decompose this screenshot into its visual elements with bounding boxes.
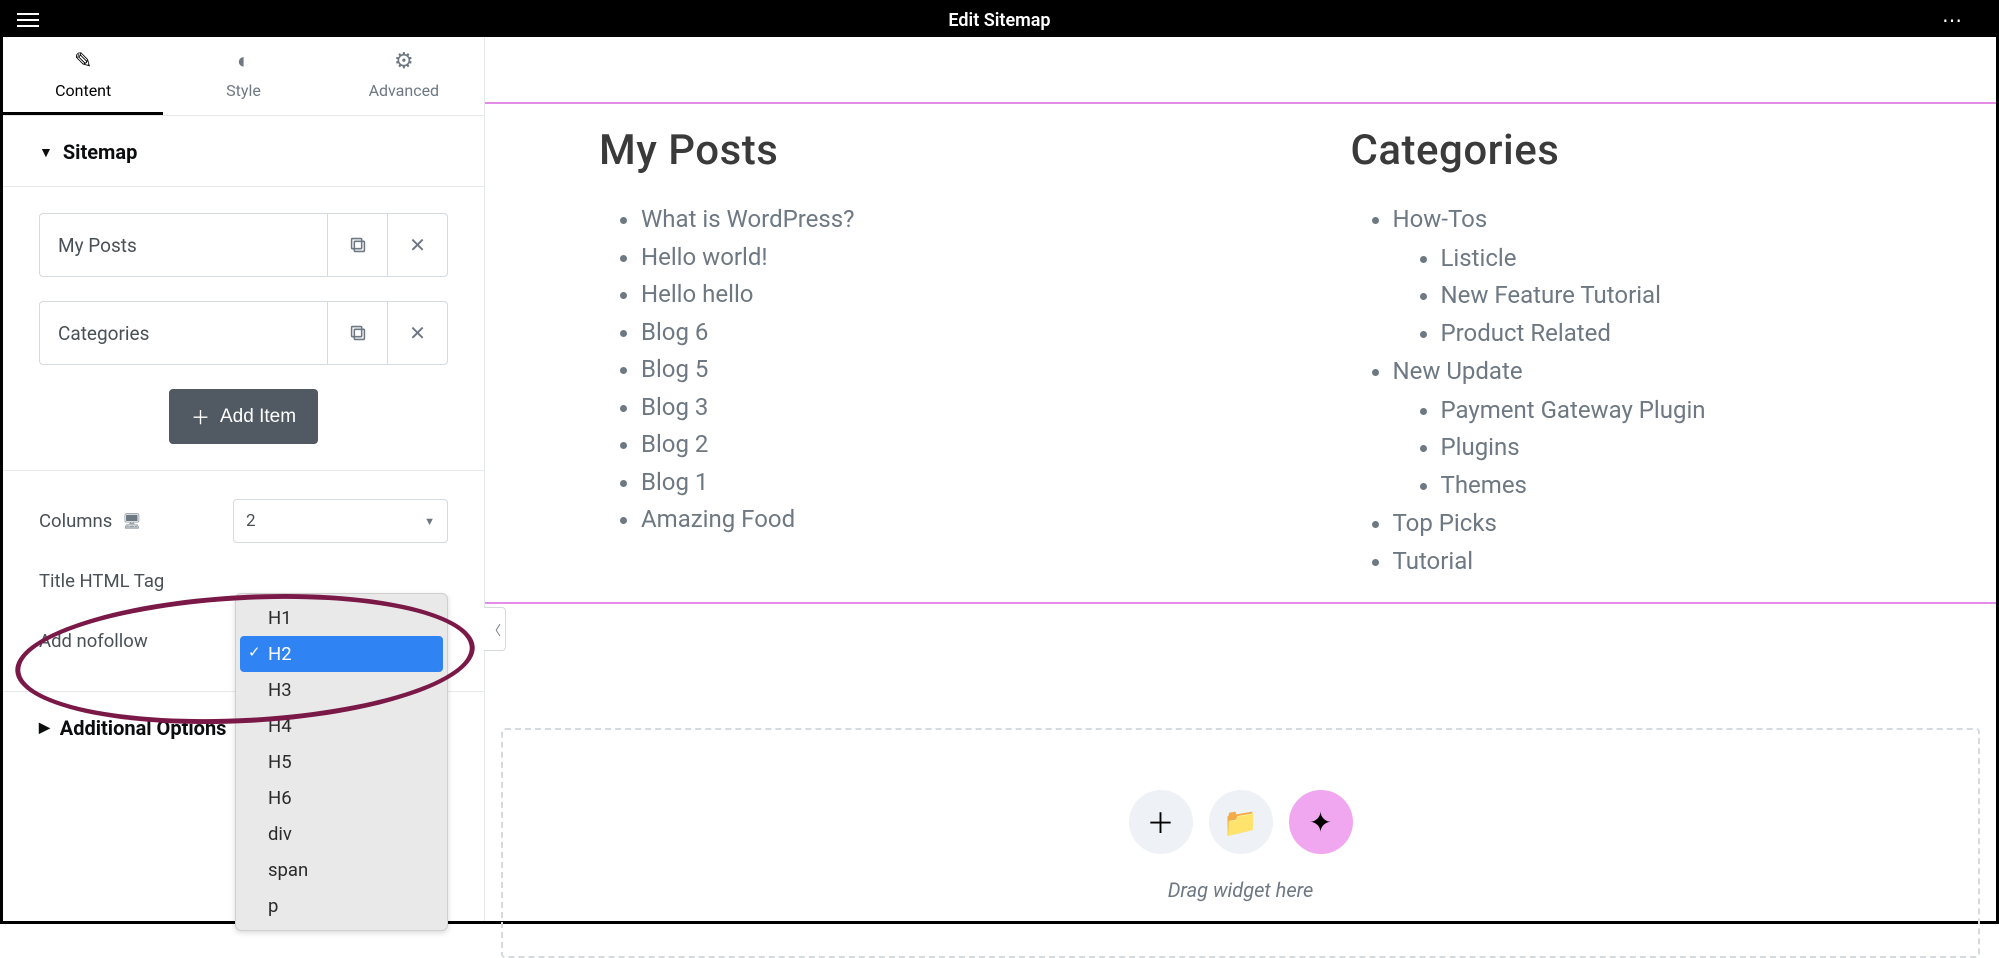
- list-item[interactable]: Themes: [1441, 467, 1975, 505]
- tab-label: Style: [226, 81, 261, 100]
- posts-list: What is WordPress? Hello world! Hello he…: [599, 201, 1223, 539]
- list-item[interactable]: Listicle: [1441, 240, 1975, 278]
- hamburger-icon: [17, 13, 39, 27]
- section-title: Additional Options: [60, 716, 227, 740]
- list-item[interactable]: Blog 2: [641, 426, 1223, 464]
- sitemap-item-label: Categories: [40, 302, 327, 364]
- delete-button[interactable]: ✕: [387, 214, 447, 276]
- list-item[interactable]: Amazing Food: [641, 501, 1223, 539]
- list-item[interactable]: New Feature Tutorial: [1441, 277, 1975, 315]
- column-heading: Categories: [1351, 126, 1975, 175]
- plus-icon: ＋: [191, 403, 210, 430]
- column-heading: My Posts: [599, 126, 1223, 175]
- sitemap-column-posts: My Posts What is WordPress? Hello world!…: [489, 126, 1241, 580]
- tab-label: Content: [55, 81, 111, 100]
- preview-canvas: 〈 My Posts What is WordPress? Hello worl…: [485, 37, 1996, 921]
- dropzone-text: Drag widget here: [1168, 878, 1314, 902]
- delete-button[interactable]: ✕: [387, 302, 447, 364]
- sitemap-widget[interactable]: My Posts What is WordPress? Hello world!…: [485, 102, 1996, 604]
- menu-button[interactable]: [17, 13, 57, 27]
- duplicate-button[interactable]: [327, 302, 387, 364]
- duplicate-button[interactable]: [327, 214, 387, 276]
- tab-label: Advanced: [369, 81, 440, 100]
- plus-icon: ＋: [1146, 802, 1174, 842]
- title-tag-label: Title HTML Tag: [39, 570, 164, 592]
- copy-icon: [347, 322, 369, 344]
- editor-topbar: Edit Sitemap ⋯: [3, 3, 1996, 37]
- dropdown-option[interactable]: p: [240, 888, 443, 924]
- list-item[interactable]: Hello hello: [641, 276, 1223, 314]
- dropdown-option[interactable]: div: [240, 816, 443, 852]
- caret-down-icon: ▼: [39, 144, 53, 161]
- sitemap-item[interactable]: Categories ✕: [39, 301, 448, 365]
- control-title-tag: Title HTML Tag H1 H2 H3 H4 H5 H6 div spa…: [39, 551, 448, 611]
- gear-icon: ⚙: [394, 51, 414, 73]
- add-item-label: Add Item: [220, 406, 296, 428]
- editor-sidebar: ✎ Content ◐ Style ⚙ Advanced ▼ Sitemap M…: [3, 37, 485, 921]
- columns-label: Columns: [39, 510, 112, 532]
- list-item[interactable]: Plugins: [1441, 429, 1975, 467]
- section-title: Sitemap: [63, 140, 137, 164]
- sparkle-icon: ✦: [1309, 806, 1332, 839]
- list-item[interactable]: Payment Gateway Plugin: [1441, 392, 1975, 430]
- list-item[interactable]: Blog 1: [641, 464, 1223, 502]
- tab-style[interactable]: ◐ Style: [163, 37, 323, 115]
- list-item[interactable]: Top Picks: [1393, 505, 1975, 543]
- nofollow-label: Add nofollow: [39, 630, 148, 652]
- columns-select[interactable]: 2 ▼: [233, 499, 448, 543]
- add-widget-button[interactable]: ＋: [1129, 790, 1193, 854]
- section-toggle-sitemap[interactable]: ▼ Sitemap: [39, 140, 448, 164]
- list-item[interactable]: Blog 5: [641, 351, 1223, 389]
- dropdown-option[interactable]: H2: [240, 636, 443, 672]
- editor-tabs: ✎ Content ◐ Style ⚙ Advanced: [3, 37, 484, 116]
- list-item[interactable]: New Update Payment Gateway Plugin Plugin…: [1393, 353, 1975, 505]
- sitemap-item-label: My Posts: [40, 214, 327, 276]
- topbar-title: Edit Sitemap: [57, 10, 1942, 31]
- dropdown-option[interactable]: H3: [240, 672, 443, 708]
- columns-value: 2: [246, 511, 256, 531]
- close-icon: ✕: [409, 321, 426, 345]
- list-item[interactable]: What is WordPress?: [641, 201, 1223, 239]
- dropdown-option[interactable]: H5: [240, 744, 443, 780]
- list-item[interactable]: How-Tos Listicle New Feature Tutorial Pr…: [1393, 201, 1975, 353]
- list-item[interactable]: Hello world!: [641, 239, 1223, 277]
- title-tag-dropdown[interactable]: H1 H2 H3 H4 H5 H6 div span p: [235, 593, 448, 931]
- contrast-icon: ◐: [237, 51, 250, 73]
- list-item[interactable]: Blog 6: [641, 314, 1223, 352]
- control-columns: Columns 🖥 2 ▼: [39, 491, 448, 551]
- dots-icon: ⋯: [1942, 8, 1964, 32]
- caret-right-icon: ▶: [39, 720, 50, 736]
- folder-icon: 📁: [1223, 806, 1258, 839]
- categories-list: How-Tos Listicle New Feature Tutorial Pr…: [1351, 201, 1975, 580]
- dropdown-option[interactable]: H4: [240, 708, 443, 744]
- dropdown-option[interactable]: span: [240, 852, 443, 888]
- dropdown-option[interactable]: H6: [240, 780, 443, 816]
- chevron-left-icon: 〈: [488, 620, 501, 639]
- chevron-down-icon: ▼: [424, 515, 435, 528]
- desktop-icon[interactable]: 🖥: [122, 512, 141, 530]
- sitemap-item[interactable]: My Posts ✕: [39, 213, 448, 277]
- more-button[interactable]: ⋯: [1942, 8, 1982, 32]
- template-library-button[interactable]: 📁: [1209, 790, 1273, 854]
- tab-content[interactable]: ✎ Content: [3, 37, 163, 115]
- dropdown-option[interactable]: H1: [240, 600, 443, 636]
- sitemap-column-categories: Categories How-Tos Listicle New Feature …: [1241, 126, 1993, 580]
- list-item[interactable]: Tutorial: [1393, 543, 1975, 581]
- ai-button[interactable]: ✦: [1289, 790, 1353, 854]
- list-item[interactable]: Product Related: [1441, 315, 1975, 353]
- tab-advanced[interactable]: ⚙ Advanced: [324, 37, 484, 115]
- close-icon: ✕: [409, 233, 426, 257]
- collapse-panel-button[interactable]: 〈: [484, 607, 506, 651]
- copy-icon: [347, 234, 369, 256]
- add-item-button[interactable]: ＋ Add Item: [169, 389, 318, 444]
- pencil-icon: ✎: [74, 51, 92, 73]
- list-item[interactable]: Blog 3: [641, 389, 1223, 427]
